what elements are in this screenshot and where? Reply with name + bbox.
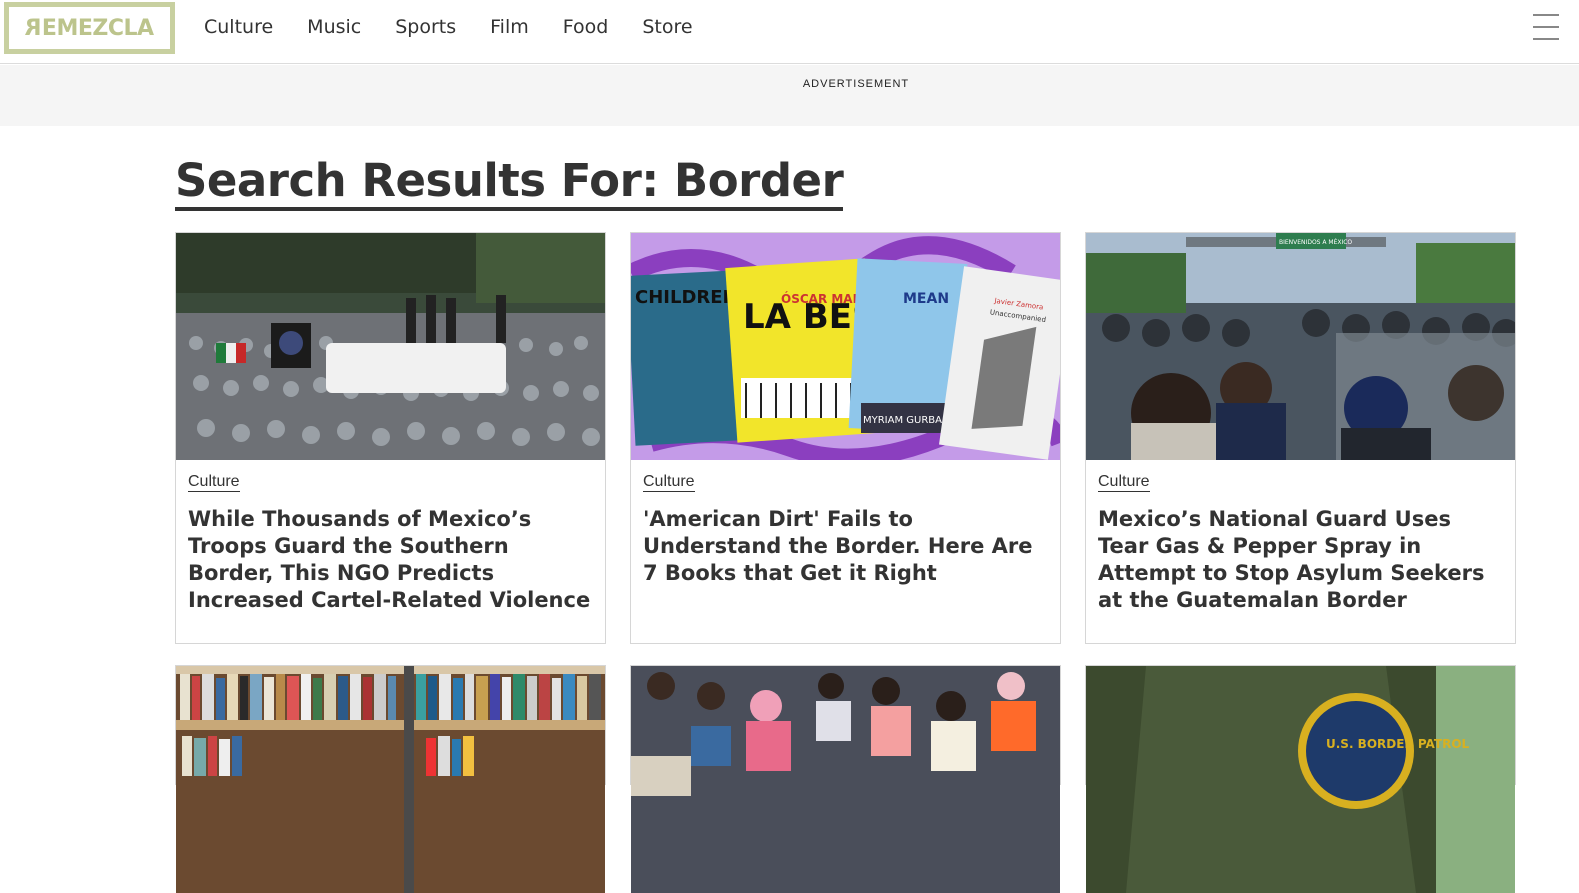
book-text: MEAN xyxy=(903,291,949,307)
article-headline[interactable]: While Thousands of Mexico’s Troops Guard… xyxy=(188,506,593,614)
result-card[interactable] xyxy=(630,665,1061,893)
riot-police-image[interactable]: BIENVENIDOS A MÉXICO xyxy=(1086,233,1515,460)
site-header: R EMEZCLA Culture Music Sports Film Food … xyxy=(0,0,1579,64)
page-title: Search Results For: Border xyxy=(175,155,844,211)
military-troops-image[interactable] xyxy=(176,233,605,460)
main-nav: Culture Music Sports Film Food Store xyxy=(204,14,727,40)
nav-music[interactable]: Music xyxy=(307,14,361,40)
ad-banner: ADVERTISEMENT xyxy=(0,65,1579,126)
book-covers-image[interactable]: CHILDREN OF THE LAND LA BESTIA ÓSCAR MAR… xyxy=(631,233,1060,460)
article-headline[interactable]: 'American Dirt' Fails to Understand the … xyxy=(643,506,1048,587)
book-text: MYRIAM GURBA xyxy=(863,415,942,426)
article-headline[interactable]: Mexico’s National Guard Uses Tear Gas & … xyxy=(1098,506,1503,614)
result-card[interactable] xyxy=(175,665,606,893)
result-card[interactable]: Culture While Thousands of Mexico’s Troo… xyxy=(175,232,606,644)
remezcla-logo[interactable]: R EMEZCLA xyxy=(4,2,175,54)
category-link[interactable]: Culture xyxy=(643,472,695,492)
children-reading-image[interactable] xyxy=(631,666,1060,893)
result-card[interactable]: CHILDREN OF THE LAND LA BESTIA ÓSCAR MAR… xyxy=(630,232,1061,644)
ad-label: ADVERTISEMENT xyxy=(802,78,910,90)
nav-food[interactable]: Food xyxy=(563,14,609,40)
result-card[interactable]: BIENVENIDOS A MÉXICO Culture Mexico’s Na… xyxy=(1085,232,1516,644)
patch-text: U.S. BORDER PATROL xyxy=(1326,737,1470,751)
category-link[interactable]: Culture xyxy=(1098,472,1150,492)
nav-sports[interactable]: Sports xyxy=(395,14,456,40)
border-patrol-patch-image[interactable]: U.S. BORDER PATROL xyxy=(1086,666,1515,893)
nav-culture[interactable]: Culture xyxy=(204,14,273,40)
nav-film[interactable]: Film xyxy=(490,14,529,40)
logo-reversed-letter: R xyxy=(25,15,42,41)
result-card[interactable]: U.S. BORDER PATROL xyxy=(1085,665,1516,893)
logo-text: EMEZCLA xyxy=(41,15,154,41)
hamburger-menu-icon[interactable] xyxy=(1533,14,1559,40)
bookshelves-image[interactable] xyxy=(176,666,605,893)
category-link[interactable]: Culture xyxy=(188,472,240,492)
sign-text: BIENVENIDOS A MÉXICO xyxy=(1279,238,1352,246)
nav-store[interactable]: Store xyxy=(642,14,692,40)
